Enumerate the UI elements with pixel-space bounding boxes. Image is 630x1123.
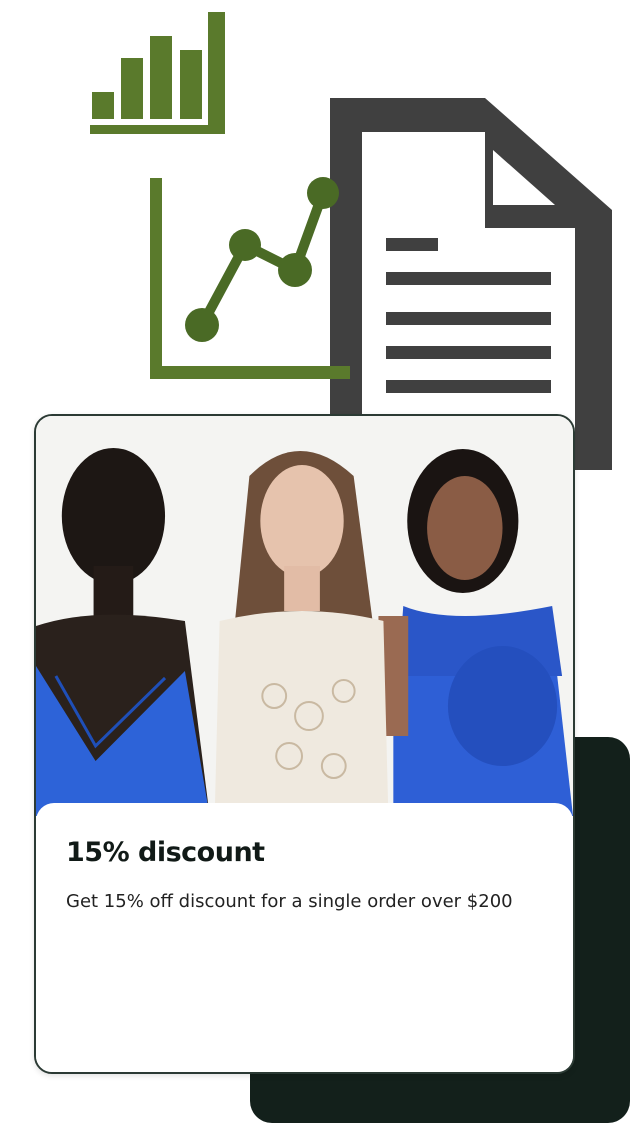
bar-chart-icon xyxy=(90,12,225,134)
hero-illustration xyxy=(90,12,612,470)
promo-photo xyxy=(36,416,573,816)
promo-content: 15% discount Get 15% off discount for a … xyxy=(36,803,573,1072)
line-chart-icon xyxy=(150,177,350,379)
promo-description: Get 15% off discount for a single order … xyxy=(66,891,513,912)
promo-title: 15% discount xyxy=(66,837,265,868)
promo-card[interactable]: 15% discount Get 15% off discount for a … xyxy=(34,414,575,1074)
